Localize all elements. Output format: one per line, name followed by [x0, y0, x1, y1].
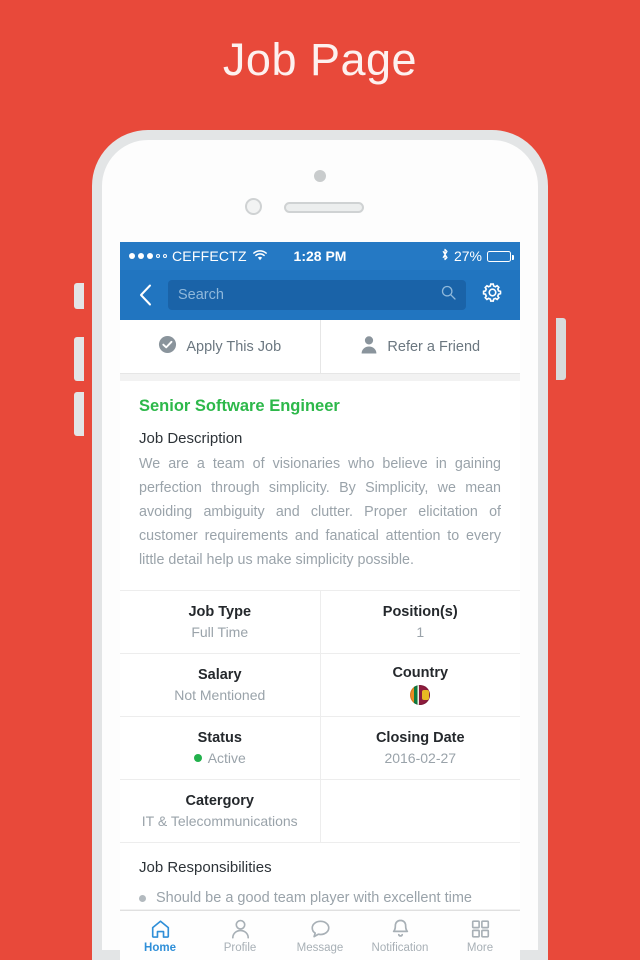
front-camera-icon	[314, 170, 326, 182]
table-row: Catergory IT & Telecommunications	[120, 780, 520, 843]
silent-switch-button[interactable]	[74, 283, 84, 309]
page-root: Job Page CEFFECTZ 1:28 PM 27% Search App…	[0, 0, 640, 960]
status-bar-left: CEFFECTZ	[129, 248, 294, 264]
detail-value: IT & Telecommunications	[141, 813, 298, 829]
content-area: Apply This Job Refer a Friend Senior Sof…	[120, 320, 520, 960]
volume-up-button[interactable]	[74, 337, 84, 381]
detail-value: 2016-02-27	[384, 750, 457, 766]
detail-label: Country	[392, 665, 449, 681]
navigation-bar: Search	[120, 270, 520, 320]
apply-this-job-label: Apply This Job	[186, 338, 282, 355]
responsibility-text: Should be a good team player with excell…	[156, 890, 472, 906]
job-card: Senior Software Engineer Job Description…	[120, 381, 520, 909]
detail-value: Active	[193, 750, 246, 766]
person-icon	[229, 918, 252, 940]
detail-cell: Position(s) 1	[319, 591, 521, 653]
status-bar-time: 1:28 PM	[293, 248, 347, 264]
detail-cell: Catergory IT & Telecommunications	[120, 780, 320, 842]
action-bar: Apply This Job Refer a Friend	[120, 320, 520, 374]
detail-cell: Salary Not Mentioned	[120, 654, 320, 716]
detail-cell: Status Active	[120, 717, 320, 779]
battery-percent: 27%	[453, 248, 483, 264]
proximity-sensor-icon	[245, 198, 262, 215]
bluetooth-icon	[441, 248, 449, 264]
sri-lanka-flag-icon	[410, 685, 431, 705]
detail-label: Position(s)	[382, 604, 458, 620]
search-input[interactable]: Search	[168, 280, 466, 310]
person-icon	[360, 335, 378, 358]
detail-cell: Closing Date 2016-02-27	[319, 717, 521, 779]
bell-icon	[389, 918, 412, 940]
search-placeholder: Search	[178, 287, 224, 303]
job-description-heading: Job Description	[139, 430, 243, 447]
status-badge	[193, 754, 202, 762]
grid-icon	[469, 918, 492, 940]
detail-value	[410, 685, 431, 705]
detail-cell: Job Type Full Time	[120, 591, 320, 653]
tab-label: Message	[296, 941, 344, 954]
detail-value: Full Time	[191, 624, 249, 640]
detail-value: 1	[416, 624, 425, 640]
search-icon	[441, 285, 456, 305]
refer-a-friend-button[interactable]: Refer a Friend	[319, 320, 521, 373]
bottom-tab-bar: Home Profile Message Notification More	[120, 910, 520, 960]
tab-label: Notification	[371, 941, 429, 954]
battery-icon	[487, 250, 514, 262]
home-icon	[149, 918, 172, 940]
tab-home[interactable]: Home	[120, 918, 200, 954]
carrier-name: CEFFECTZ	[172, 248, 247, 264]
job-title: Senior Software Engineer	[139, 397, 340, 415]
tab-notification[interactable]: Notification	[360, 918, 440, 954]
tab-label: Profile	[223, 941, 257, 954]
tab-more[interactable]: More	[440, 918, 520, 954]
detail-label: Salary	[197, 667, 242, 683]
tab-profile[interactable]: Profile	[200, 918, 280, 954]
phone-screen: CEFFECTZ 1:28 PM 27% Search Apply This J…	[120, 242, 520, 960]
table-row: Job Type Full Time Position(s) 1	[120, 591, 520, 654]
detail-value: Not Mentioned	[174, 687, 266, 703]
page-title: Job Page	[222, 34, 418, 85]
apply-this-job-button[interactable]: Apply This Job	[120, 320, 320, 373]
tab-message[interactable]: Message	[280, 918, 360, 954]
refer-a-friend-label: Refer a Friend	[387, 338, 481, 355]
job-responsibilities-heading: Job Responsibilities	[139, 859, 272, 876]
table-row: Status Active Closing Date 2016-02-27	[120, 717, 520, 780]
earpiece-speaker	[284, 202, 364, 213]
detail-label: Status	[197, 730, 242, 746]
status-bar-right: 27%	[346, 248, 514, 264]
table-row: Salary Not Mentioned Country	[120, 654, 520, 717]
tab-label: Home	[144, 941, 176, 954]
volume-down-button[interactable]	[74, 392, 84, 436]
chat-bubble-icon	[309, 918, 332, 940]
detail-cell-empty	[319, 780, 521, 842]
back-button[interactable]	[130, 280, 160, 310]
job-details-grid: Job Type Full Time Position(s) 1 Salary Not M…	[120, 590, 520, 843]
power-button[interactable]	[556, 318, 566, 380]
detail-label: Closing Date	[375, 730, 465, 746]
check-circle-icon	[158, 335, 177, 358]
bullet-icon	[139, 895, 146, 902]
list-item: Should be a good team player with excell…	[120, 876, 520, 909]
tab-label: More	[466, 941, 494, 954]
signal-strength-icon	[129, 253, 167, 259]
job-description-text: We are a team of visionaries who believe…	[139, 456, 501, 568]
detail-label: Catergory	[185, 793, 255, 809]
wifi-icon	[252, 249, 267, 264]
detail-label: Job Type	[188, 604, 252, 620]
gear-icon	[481, 281, 504, 309]
detail-cell: Country	[319, 654, 521, 716]
settings-button[interactable]	[474, 277, 510, 313]
status-bar: CEFFECTZ 1:28 PM 27%	[120, 242, 520, 270]
